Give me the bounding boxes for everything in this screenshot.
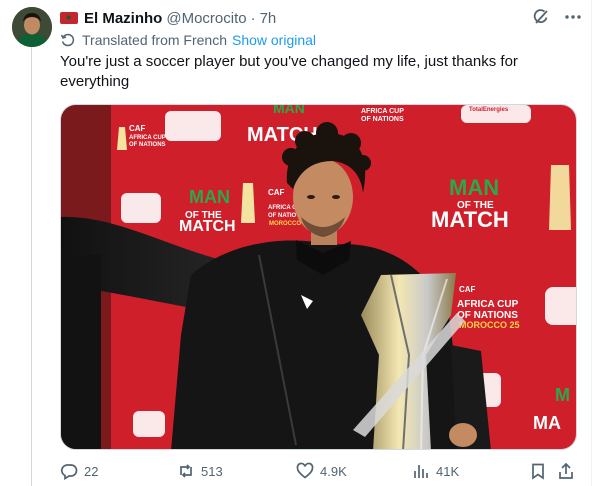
repost-icon	[180, 464, 192, 478]
reply-icon	[60, 464, 78, 480]
svg-text:MAN: MAN	[449, 175, 499, 200]
views-count: 41K	[436, 463, 460, 479]
share-button[interactable]	[557, 460, 575, 482]
svg-text:MOROCCO 25: MOROCCO 25	[459, 320, 520, 330]
repost-count: 513	[201, 463, 223, 479]
thread-line	[31, 47, 32, 486]
avatar[interactable]	[12, 7, 52, 47]
svg-text:MOROCCO: MOROCCO	[269, 221, 301, 227]
svg-text:CAF: CAF	[268, 188, 285, 197]
svg-text:CAF: CAF	[459, 285, 476, 294]
show-original-link[interactable]: Show original	[232, 32, 316, 48]
bookmark-button[interactable]	[529, 460, 547, 482]
svg-text:AFRICA CUP: AFRICA CUP	[129, 135, 166, 141]
translation-label: Translated from French	[82, 32, 227, 48]
share-icon	[559, 462, 573, 479]
svg-text:CAF: CAF	[129, 124, 146, 133]
views-button[interactable]: 41K	[412, 460, 459, 482]
svg-text:TotalEnergies: TotalEnergies	[469, 107, 509, 113]
svg-text:M: M	[555, 385, 570, 405]
views-icon	[414, 465, 428, 478]
grok-icon[interactable]	[532, 8, 550, 26]
backdrop-man-text: MAN	[273, 105, 305, 116]
author-display-name[interactable]: El Mazinho	[84, 10, 162, 27]
svg-text:OF NATIONS: OF NATIONS	[129, 142, 166, 148]
photo-illustration: MAN MATCH MAN OF THE MATCH MAN OF THE MA…	[61, 105, 576, 449]
author-handle[interactable]: @Mocrocito	[166, 10, 246, 27]
svg-text:AFRICA CUP: AFRICA CUP	[457, 299, 519, 310]
svg-text:MA: MA	[533, 413, 561, 433]
svg-text:AFRICA CUP: AFRICA CUP	[361, 108, 404, 115]
action-bar: 22 513 4.9K 41K	[60, 460, 580, 482]
bookmark-icon	[532, 463, 544, 480]
header-icons	[532, 8, 582, 26]
tweet-timestamp[interactable]: 7h	[260, 10, 277, 27]
translate-icon	[60, 33, 75, 47]
svg-text:OF NATIONS: OF NATIONS	[361, 116, 404, 123]
tweet-text: You're just a soccer player but you've c…	[60, 53, 518, 90]
separator-dot: ·	[250, 9, 256, 27]
tweet-photo[interactable]: MAN MATCH MAN OF THE MATCH MAN OF THE MA…	[60, 104, 577, 450]
heart-icon	[296, 462, 314, 479]
reply-button[interactable]: 22	[60, 460, 98, 482]
morocco-flag-icon	[60, 12, 78, 24]
tweet-header: El Mazinho @Mocrocito · 7h	[60, 8, 582, 28]
reply-count: 22	[84, 463, 99, 479]
more-options-icon[interactable]	[564, 8, 582, 26]
translation-notice: Translated from French Show original	[60, 31, 316, 49]
like-button[interactable]: 4.9K	[296, 460, 347, 482]
svg-text:MAN: MAN	[189, 187, 230, 207]
svg-text:OF NATIO: OF NATIO	[268, 213, 297, 219]
column-border	[591, 0, 592, 486]
like-count: 4.9K	[320, 463, 347, 479]
svg-text:MATCH: MATCH	[179, 218, 236, 235]
svg-text:MATCH: MATCH	[431, 207, 509, 232]
repost-button[interactable]: 513	[177, 460, 223, 482]
